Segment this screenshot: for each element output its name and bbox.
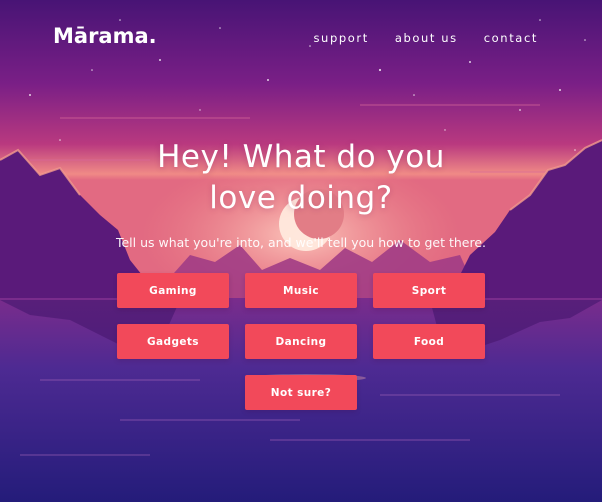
option-not-sure-button[interactable]: Not sure? [245,375,357,410]
hero-headline-line-1: Hey! What do you [157,139,445,175]
nav-link-support[interactable]: support [313,31,368,45]
option-food-button[interactable]: Food [373,324,485,359]
background-scene [0,0,602,502]
hero-headline: Hey! What do you love doing? [0,137,602,219]
option-sport-button[interactable]: Sport [373,273,485,308]
top-nav: support about us contact [313,31,538,45]
nav-link-about-us[interactable]: about us [395,31,458,45]
interest-options: Gaming Music Sport Gadgets Dancing Food … [117,273,486,410]
option-music-button[interactable]: Music [245,273,357,308]
hero-headline-line-2: love doing? [209,180,393,216]
option-gadgets-button[interactable]: Gadgets [117,324,229,359]
brand-logo[interactable]: Mārama. [53,24,157,48]
hero-section: Hey! What do you love doing? Tell us wha… [0,137,602,250]
hero-subhead: Tell us what you're into, and we'll tell… [115,235,487,250]
option-gaming-button[interactable]: Gaming [117,273,229,308]
nav-link-contact[interactable]: contact [484,31,538,45]
option-dancing-button[interactable]: Dancing [245,324,357,359]
